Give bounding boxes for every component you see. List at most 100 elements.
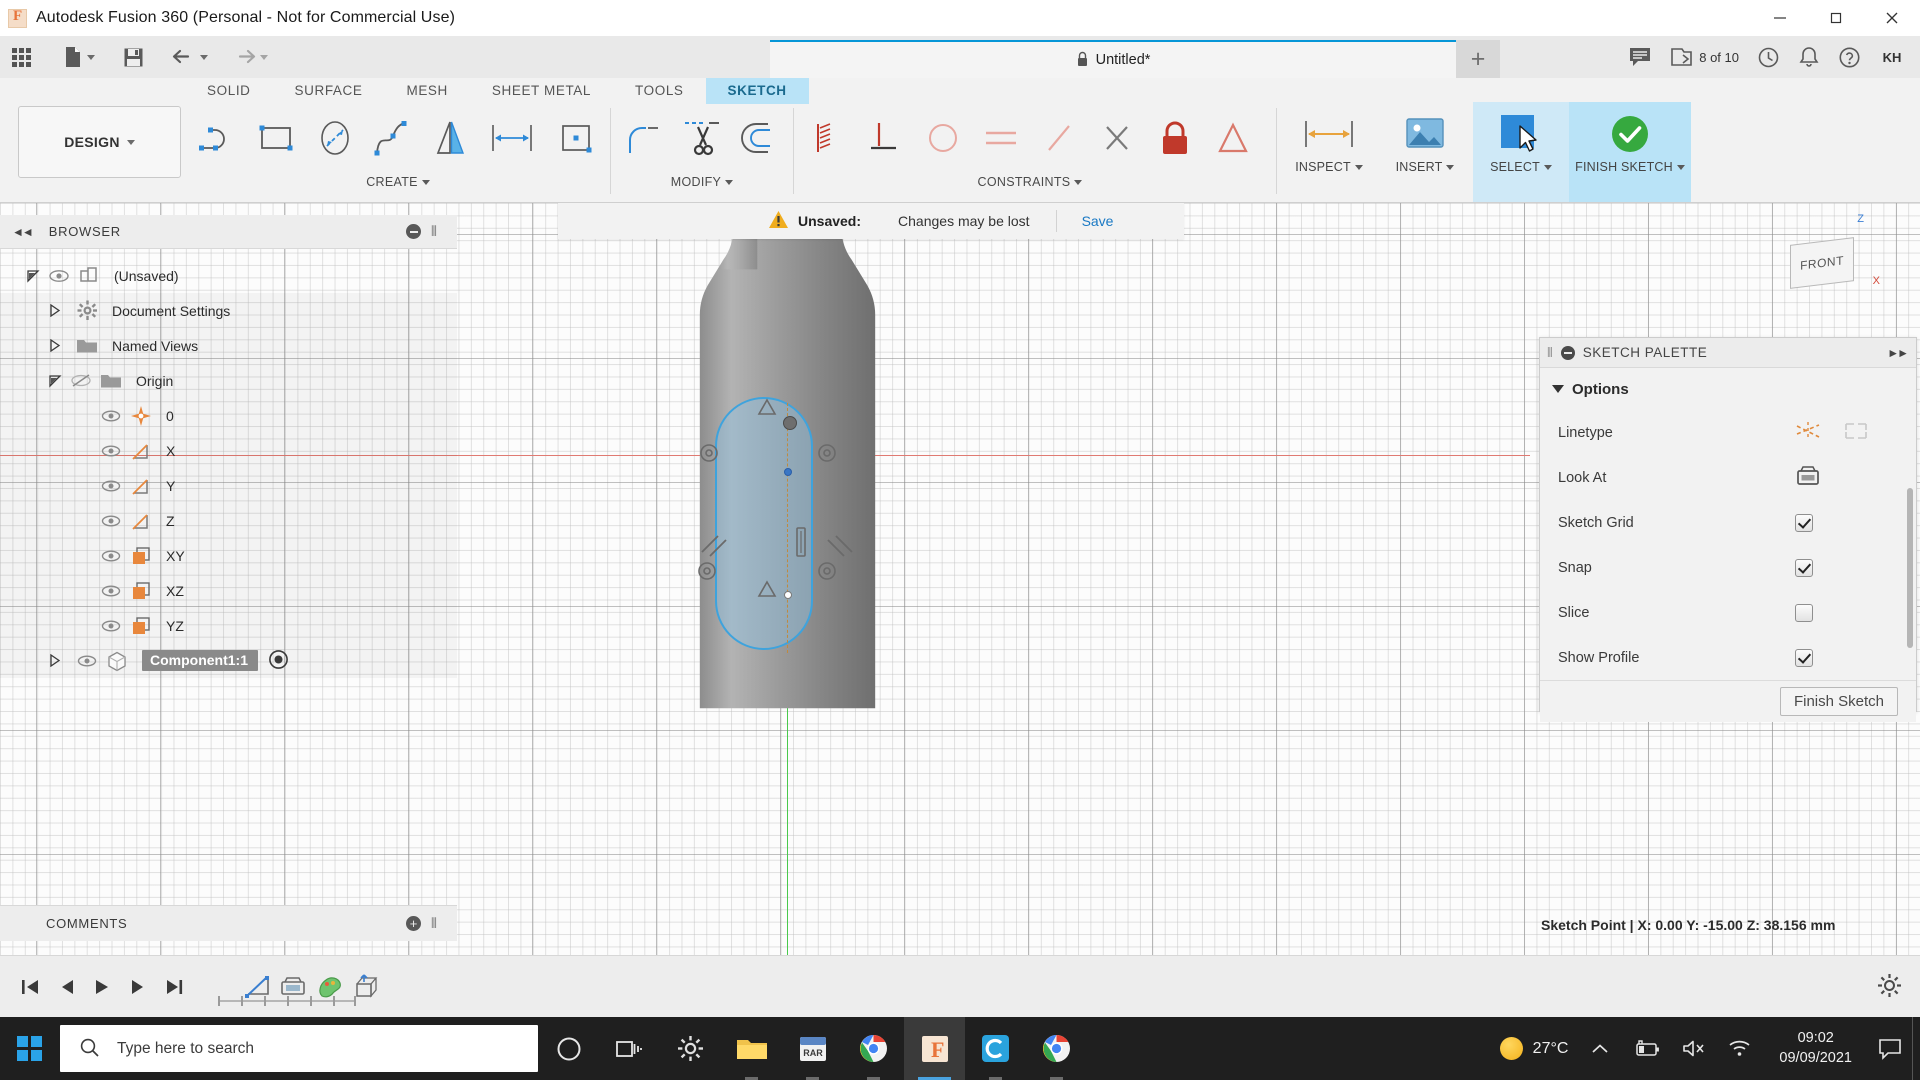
timeline-settings-button[interactable] <box>1877 973 1902 1001</box>
tree-item-plane-xy[interactable]: XY <box>0 538 457 573</box>
tree-item-component1[interactable]: Component1:1 <box>0 643 457 678</box>
drag-grip-icon[interactable]: ⦀ <box>1547 345 1552 361</box>
taskbar-clock[interactable]: 09:02 09/09/2021 <box>1763 1029 1868 1068</box>
twisty-closed-icon[interactable] <box>44 339 66 352</box>
sketch-profile[interactable] <box>715 397 813 650</box>
chrome2-button[interactable] <box>1026 1017 1087 1080</box>
line-tool[interactable] <box>190 106 248 170</box>
show-hidden-icons-button[interactable] <box>1579 1042 1621 1056</box>
tree-item-origin-point[interactable]: 0 <box>0 398 457 433</box>
expand-right-icon[interactable]: ►► <box>1887 346 1909 360</box>
palette-row-linetype[interactable]: Linetype <box>1540 410 1916 455</box>
recent-documents-button[interactable] <box>1748 36 1789 78</box>
plus-circle-icon[interactable]: + <box>406 916 421 931</box>
sketch-grid-checkbox[interactable] <box>1795 513 1813 532</box>
visibility-eye-icon[interactable] <box>72 654 102 668</box>
tab-solid[interactable]: SOLID <box>185 78 273 104</box>
visibility-eye-icon[interactable] <box>96 619 126 633</box>
ribbon-group-modify-label[interactable]: MODIFY <box>615 172 789 189</box>
look-at-icon[interactable] <box>1795 465 1821 490</box>
centerline-icon[interactable] <box>1843 420 1869 445</box>
tangent-constraint-glyph-1[interactable] <box>696 440 722 466</box>
offset-tool[interactable] <box>731 106 789 170</box>
timeline-play-button[interactable] <box>84 967 120 1007</box>
drag-grip-icon[interactable]: ⦀ <box>431 915 437 932</box>
parallel-constraint-glyph-left[interactable] <box>698 530 732 558</box>
twisty-open-icon[interactable] <box>22 269 44 283</box>
maximize-icon[interactable] <box>1808 0 1864 36</box>
palette-row-look-at[interactable]: Look At <box>1540 455 1916 500</box>
sketch-point-bottom[interactable] <box>784 591 792 599</box>
visibility-hidden-icon[interactable] <box>66 373 96 388</box>
task-view-button[interactable] <box>599 1017 660 1080</box>
drag-grip-icon[interactable]: ⦀ <box>431 223 437 240</box>
volume-button[interactable] <box>1671 1039 1717 1058</box>
action-center-button[interactable] <box>1868 1038 1912 1060</box>
visibility-eye-icon[interactable] <box>96 409 126 423</box>
timeline-end-button[interactable] <box>156 967 192 1007</box>
sketch-dimension-tool[interactable] <box>480 106 548 170</box>
show-profile-checkbox[interactable] <box>1795 648 1813 667</box>
tree-item-axis-y[interactable]: Y <box>0 468 457 503</box>
tangent-constraint-glyph-4[interactable] <box>814 558 840 584</box>
tab-mesh[interactable]: MESH <box>384 78 469 104</box>
select-button[interactable]: SELECT <box>1473 102 1569 202</box>
viewcube-front-face[interactable]: FRONT <box>1790 237 1854 289</box>
finish-sketch-button[interactable]: FINISH SKETCH <box>1569 102 1691 202</box>
show-data-panel-button[interactable] <box>0 37 38 77</box>
perpendicular-constraint[interactable] <box>856 106 914 170</box>
palette-scrollbar[interactable] <box>1907 488 1913 648</box>
trim-tool[interactable] <box>673 106 731 170</box>
battery-button[interactable] <box>1621 1039 1671 1058</box>
twisty-closed-icon[interactable] <box>44 304 66 317</box>
equal-constraint[interactable] <box>1030 106 1088 170</box>
visibility-eye-icon[interactable] <box>96 444 126 458</box>
cortana-button[interactable] <box>538 1017 599 1080</box>
unknown-c-app-button[interactable] <box>965 1017 1026 1080</box>
visibility-eye-icon[interactable] <box>44 269 74 283</box>
document-tab[interactable]: Untitled* close-icon <box>770 40 1456 78</box>
tab-surface[interactable]: SURFACE <box>273 78 385 104</box>
tab-tools[interactable]: TOOLS <box>613 78 706 104</box>
ribbon-group-constraints-label[interactable]: CONSTRAINTS <box>798 172 1262 189</box>
palette-row-slice[interactable]: Slice <box>1540 590 1916 635</box>
palette-row-show-profile[interactable]: Show Profile <box>1540 635 1916 680</box>
collapse-left-icon[interactable]: ◄◄ <box>12 225 34 239</box>
tree-item-axis-z[interactable]: Z <box>0 503 457 538</box>
tangent-constraint-glyph-3[interactable] <box>694 558 720 584</box>
sketch-point-center[interactable] <box>784 468 792 476</box>
settings-button[interactable] <box>660 1017 721 1080</box>
redo-button[interactable] <box>225 37 275 77</box>
parallel-constraint[interactable] <box>972 106 1030 170</box>
view-cube[interactable]: Z FRONT X <box>1768 213 1880 308</box>
parallel-constraint-glyph-right[interactable] <box>824 530 858 558</box>
timeline-prev-button[interactable] <box>48 967 84 1007</box>
finish-sketch-palette-button[interactable]: Finish Sketch <box>1779 687 1898 716</box>
coincident-constraint-glyph-bottom[interactable] <box>756 578 778 600</box>
timeline-next-button[interactable] <box>120 967 156 1007</box>
tree-item-plane-xz[interactable]: XZ <box>0 573 457 608</box>
visibility-eye-icon[interactable] <box>96 514 126 528</box>
tree-item-origin[interactable]: Origin <box>0 363 457 398</box>
minimize-icon[interactable] <box>1752 0 1808 36</box>
tab-sketch[interactable]: SKETCH <box>705 78 809 104</box>
jobs-status-button[interactable]: 8 of 10 <box>1661 36 1748 78</box>
tree-item-document-settings[interactable]: Document Settings <box>0 293 457 328</box>
minus-circle-icon[interactable] <box>1560 345 1575 360</box>
tangent-constraint[interactable] <box>914 106 972 170</box>
coincident-constraint-glyph-top[interactable] <box>756 396 778 418</box>
point-tool[interactable] <box>548 106 606 170</box>
close-icon[interactable] <box>1864 0 1920 36</box>
inspect-button[interactable]: INSPECT <box>1281 102 1377 202</box>
new-tab-button[interactable]: + <box>1456 40 1500 78</box>
minus-circle-icon[interactable] <box>406 224 421 239</box>
visibility-eye-icon[interactable] <box>96 479 126 493</box>
options-section-header[interactable]: Options <box>1540 368 1916 410</box>
timeline-track[interactable] <box>218 996 356 1006</box>
mirror-tool[interactable] <box>422 106 480 170</box>
save-button[interactable] <box>116 37 151 77</box>
chrome-button[interactable] <box>843 1017 904 1080</box>
vertical-constraint-glyph[interactable] <box>793 525 809 559</box>
twisty-open-icon[interactable] <box>44 374 66 388</box>
palette-row-sketch-grid[interactable]: Sketch Grid <box>1540 500 1916 545</box>
